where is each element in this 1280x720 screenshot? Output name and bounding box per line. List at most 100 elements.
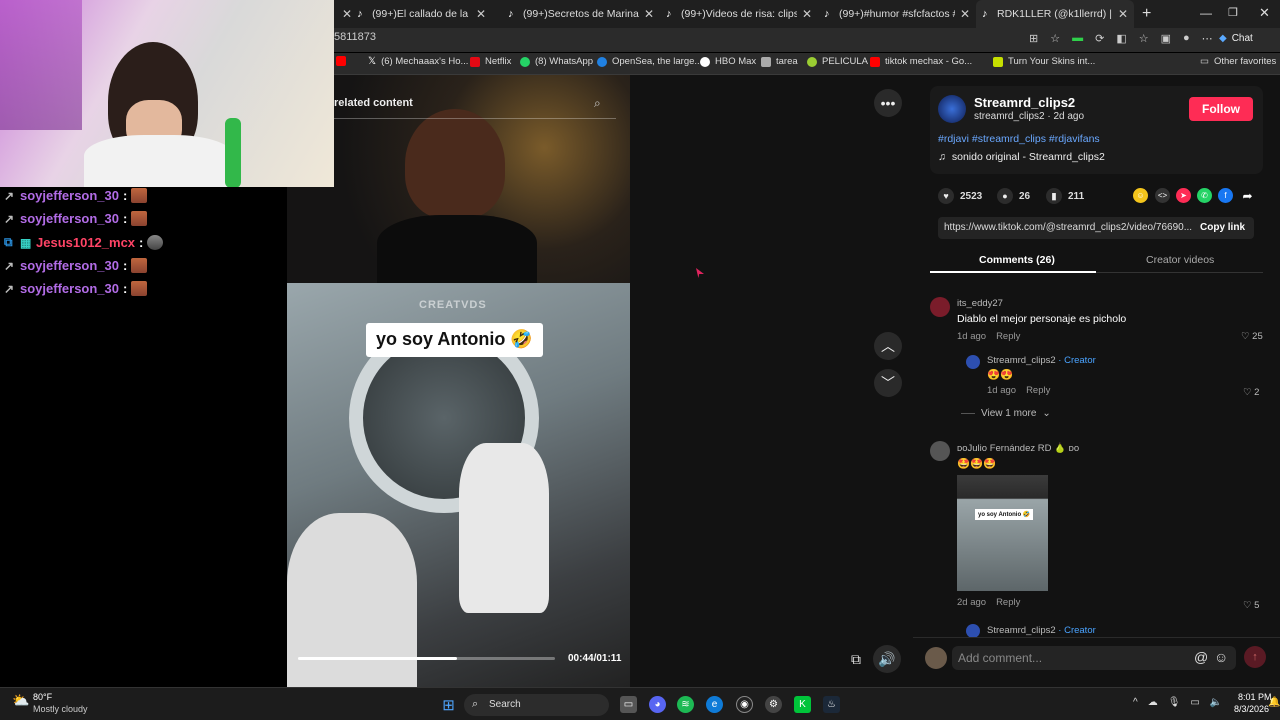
obs-icon[interactable]: ◉ bbox=[736, 696, 753, 713]
bookmark-item[interactable]: tiktok mechax - Go... bbox=[870, 56, 972, 67]
previous-video-button[interactable]: ︿ bbox=[874, 332, 902, 360]
new-tab-button[interactable]: + bbox=[1142, 5, 1151, 23]
copilot-chat-button[interactable]: ◆ Chat bbox=[1219, 33, 1253, 44]
close-icon[interactable]: ✕ bbox=[644, 7, 654, 21]
creator-avatar[interactable] bbox=[938, 95, 966, 123]
browser-tab-active[interactable]: ♪ RDK1LLER (@k1llerrd) | TikTok ✕ bbox=[976, 0, 1134, 28]
microphone-icon[interactable]: 🎙 bbox=[1168, 697, 1181, 708]
commenter-avatar[interactable] bbox=[966, 355, 980, 369]
other-favorites[interactable]: ▭ Other favorites bbox=[1200, 56, 1276, 67]
bookmark-item[interactable]: OpenSea, the large... bbox=[597, 56, 702, 67]
more-options-button[interactable]: ••• bbox=[874, 89, 902, 117]
mute-button[interactable]: 🔊 bbox=[873, 645, 901, 673]
cloud-icon[interactable]: ☁ bbox=[1148, 697, 1158, 708]
browser-tab[interactable]: ♪ (99+)Secretos de Marina y sus aventuras… bbox=[502, 0, 660, 28]
comment-action[interactable]: ● 26 bbox=[997, 188, 1030, 204]
split-screen-icon[interactable]: ◧ bbox=[1116, 32, 1126, 45]
favorites-icon[interactable]: ☆ bbox=[1139, 32, 1149, 45]
taskbar-search[interactable]: ⌕ Search bbox=[464, 694, 609, 716]
embed-icon[interactable]: <> bbox=[1155, 188, 1170, 203]
view-more-replies[interactable]: View 1 more ⌄ bbox=[961, 408, 1051, 419]
task-view-icon[interactable]: ▭ bbox=[620, 696, 637, 713]
profile-icon[interactable]: ● bbox=[1183, 32, 1190, 45]
tab-comments[interactable]: Comments (26) bbox=[979, 254, 1055, 266]
copy-link-button[interactable]: Copy link bbox=[1200, 222, 1245, 233]
save-action[interactable]: ▮ 211 bbox=[1046, 188, 1084, 204]
whatsapp-icon[interactable]: ✆ bbox=[1197, 188, 1212, 203]
steam-icon[interactable]: ♨ bbox=[823, 696, 840, 713]
refresh-icon[interactable]: ⟳ bbox=[1095, 32, 1104, 45]
video-progress-fill[interactable] bbox=[298, 657, 458, 660]
spotify-icon[interactable]: ≋ bbox=[677, 696, 694, 713]
chevron-up-icon[interactable]: ^ bbox=[1133, 697, 1138, 708]
reply-button[interactable]: Reply bbox=[996, 331, 1020, 342]
bookmark-item[interactable]: PELICULA bbox=[807, 56, 868, 67]
volume-icon[interactable]: 🔈 bbox=[1210, 697, 1222, 708]
send-icon[interactable]: ➤ bbox=[1176, 188, 1191, 203]
clock-time[interactable]: 8:01 PM bbox=[1238, 692, 1272, 702]
close-window-button[interactable]: ✕ bbox=[1259, 5, 1270, 21]
close-icon[interactable]: ✕ bbox=[802, 7, 812, 21]
comment-username[interactable]: Streamrd_clips2 bbox=[987, 625, 1056, 636]
extension-icon[interactable]: ▬ bbox=[1072, 32, 1083, 45]
comment-attached-video-thumb[interactable]: yo soy Antonio 🤣 bbox=[957, 475, 1048, 591]
minimize-button[interactable]: — bbox=[1200, 6, 1212, 20]
share-arrow-icon[interactable]: ➦ bbox=[1240, 188, 1255, 203]
like-action[interactable]: ♥ 2523 bbox=[938, 188, 982, 204]
app-icon[interactable]: ⚙ bbox=[765, 696, 782, 713]
edge-icon[interactable]: e bbox=[706, 696, 723, 713]
emoji-share-icon[interactable]: ☺ bbox=[1133, 188, 1148, 203]
creator-display-name[interactable]: Streamrd_clips2 bbox=[974, 95, 1075, 110]
facebook-icon[interactable]: f bbox=[1218, 188, 1233, 203]
bookmark-item[interactable]: Netflix bbox=[470, 56, 511, 67]
browser-tab[interactable]: ✕ ♪ (99+)El callado de la clase explicando… bbox=[336, 0, 492, 28]
sound-row[interactable]: ♫ sonido original - Streamrd_clips2 bbox=[938, 151, 1105, 163]
discord-icon[interactable]: ◕ bbox=[649, 696, 666, 713]
reply-button[interactable]: Reply bbox=[996, 597, 1020, 608]
clock-date[interactable]: 8/3/2026 bbox=[1234, 704, 1269, 714]
close-icon[interactable]: ✕ bbox=[960, 7, 970, 21]
bookmark-item[interactable]: 𝕏 (6) Mechaaax's Ho... bbox=[368, 56, 468, 67]
weather-desc[interactable]: Mostly cloudy bbox=[33, 704, 88, 714]
start-button[interactable]: ⊞ bbox=[440, 696, 457, 714]
browser-tab[interactable]: ♪ (99+)Videos de risa: clips virales para… bbox=[660, 0, 818, 28]
app-available-icon[interactable]: ⊞ bbox=[1029, 32, 1038, 45]
comment-like[interactable]: ♡ 25 bbox=[1241, 331, 1263, 342]
close-icon[interactable]: ✕ bbox=[342, 7, 352, 21]
more-icon[interactable]: ⋯ bbox=[1202, 32, 1213, 45]
notification-icon[interactable]: 🔔 bbox=[1268, 697, 1280, 708]
display-icon[interactable]: ▭ bbox=[1190, 697, 1199, 708]
bookmark-item[interactable]: (8) WhatsApp bbox=[520, 56, 593, 67]
bookmark-youtube[interactable] bbox=[336, 56, 346, 66]
collections-icon[interactable]: ▣ bbox=[1161, 32, 1171, 45]
comment-username[interactable]: Streamrd_clips2 bbox=[987, 355, 1056, 366]
commenter-avatar[interactable] bbox=[930, 441, 950, 461]
close-icon[interactable]: ✕ bbox=[1118, 7, 1128, 21]
weather-temp[interactable]: 80°F bbox=[33, 692, 52, 702]
weather-icon[interactable]: ⛅ bbox=[12, 692, 29, 709]
share-link-url[interactable]: https://www.tiktok.com/@streamrd_clips2/… bbox=[944, 222, 1192, 233]
url-text[interactable]: 5811873 bbox=[334, 31, 376, 43]
browser-tab[interactable]: ♪ (99+)#humor #sfcfactos #meme # ✕ bbox=[818, 0, 976, 28]
emoji-icon[interactable]: ☺ bbox=[1214, 649, 1228, 665]
comment-like[interactable]: ♡ 2 bbox=[1243, 387, 1259, 398]
commenter-avatar[interactable] bbox=[930, 297, 950, 317]
comment-username[interactable]: ᴅᴏJulio Fernández RD 🍐 ᴅᴏ bbox=[957, 443, 1079, 454]
post-comment-button[interactable]: ↑ bbox=[1244, 646, 1266, 668]
close-icon[interactable]: ✕ bbox=[476, 7, 486, 21]
bookmark-item[interactable]: HBO Max bbox=[700, 56, 756, 67]
maximize-button[interactable]: ❐ bbox=[1228, 6, 1238, 19]
commenter-avatar[interactable] bbox=[966, 624, 980, 638]
comment-like[interactable]: ♡ 5 bbox=[1243, 600, 1259, 611]
comment-username[interactable]: its_eddy27 bbox=[957, 298, 1126, 309]
tab-creator-videos[interactable]: Creator videos bbox=[1146, 254, 1214, 266]
search-icon[interactable]: ⌕ bbox=[594, 96, 601, 111]
follow-button[interactable]: Follow bbox=[1189, 97, 1253, 121]
kick-icon[interactable]: K bbox=[794, 696, 811, 713]
user-avatar[interactable] bbox=[925, 647, 947, 669]
bookmark-item[interactable]: tarea bbox=[761, 56, 798, 67]
bookmark-item[interactable]: Turn Your Skins int... bbox=[993, 56, 1095, 67]
favorite-star-icon[interactable]: ☆ bbox=[1050, 32, 1060, 45]
mention-icon[interactable]: @ bbox=[1194, 649, 1208, 665]
pip-button[interactable]: ⧉ bbox=[842, 645, 870, 673]
